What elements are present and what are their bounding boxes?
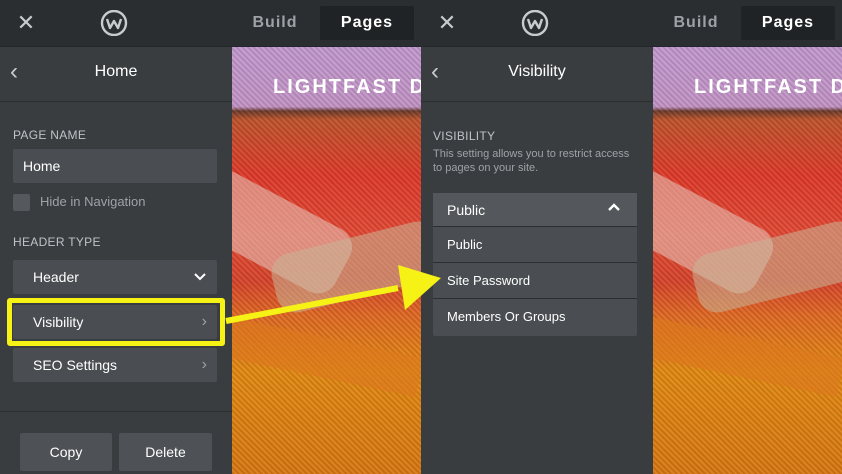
preview-texture bbox=[653, 316, 842, 398]
site-preview: LIGHTFAST D bbox=[232, 47, 421, 474]
option-members-or-groups[interactable]: Members Or Groups bbox=[433, 299, 637, 335]
panel-title: Visibility bbox=[508, 63, 566, 80]
preview-title: LIGHTFAST D bbox=[694, 76, 842, 98]
hide-nav-label: Hide in Navigation bbox=[40, 194, 146, 209]
preview-title: LIGHTFAST D bbox=[273, 76, 421, 98]
close-icon[interactable]: ✕ bbox=[14, 11, 38, 35]
top-bar: ✕ Build Pages bbox=[421, 0, 842, 47]
right-screenshot: ✕ Build Pages ‹ Visibility VISIBILITY Th… bbox=[421, 0, 842, 474]
visibility-section-label: VISIBILITY bbox=[433, 129, 496, 143]
divider bbox=[0, 411, 232, 412]
delete-button[interactable]: Delete bbox=[119, 433, 212, 471]
hide-nav-checkbox[interactable] bbox=[13, 194, 30, 211]
visibility-dropdown[interactable]: Public Public Site Password Members Or G… bbox=[433, 193, 637, 336]
tab-pages[interactable]: Pages bbox=[320, 6, 414, 40]
top-bar: ✕ Build Pages bbox=[0, 0, 421, 47]
seo-settings-button[interactable]: SEO Settings › bbox=[13, 348, 217, 382]
highlight-box bbox=[7, 298, 225, 346]
visibility-select[interactable]: Public bbox=[433, 193, 637, 227]
page-name-label: PAGE NAME bbox=[13, 128, 87, 142]
visibility-panel: ‹ Visibility VISIBILITY This setting all… bbox=[421, 47, 653, 474]
header-type-value: Header bbox=[33, 269, 79, 285]
chevron-right-icon: › bbox=[201, 356, 207, 373]
copy-button[interactable]: Copy bbox=[20, 433, 112, 471]
close-icon[interactable]: ✕ bbox=[435, 11, 459, 35]
tab-pages[interactable]: Pages bbox=[741, 6, 835, 40]
tab-build[interactable]: Build bbox=[236, 6, 314, 40]
seo-settings-label: SEO Settings bbox=[33, 357, 118, 373]
page-name-input[interactable]: Home bbox=[13, 149, 217, 183]
panel-header: ‹ Visibility bbox=[421, 47, 653, 102]
header-type-label: HEADER TYPE bbox=[13, 235, 101, 249]
panel-header: ‹ Home bbox=[0, 47, 232, 102]
panel-title: Home bbox=[94, 63, 138, 80]
visibility-selected-value: Public bbox=[447, 202, 486, 218]
header-type-select[interactable]: Header bbox=[13, 260, 217, 294]
preview-texture bbox=[232, 316, 421, 398]
page-settings-panel: ‹ Home PAGE NAME Home Hide in Navigation… bbox=[0, 47, 232, 474]
option-public[interactable]: Public bbox=[433, 227, 637, 263]
visibility-description: This setting allows you to restrict acce… bbox=[433, 148, 630, 174]
weebly-logo[interactable] bbox=[521, 10, 549, 36]
weebly-logo[interactable] bbox=[100, 10, 128, 36]
option-site-password[interactable]: Site Password bbox=[433, 263, 637, 299]
tab-build[interactable]: Build bbox=[657, 6, 735, 40]
site-preview: LIGHTFAST D bbox=[653, 47, 842, 474]
left-screenshot: ✕ Build Pages ‹ Home PAGE NAME Home Hide… bbox=[0, 0, 421, 474]
